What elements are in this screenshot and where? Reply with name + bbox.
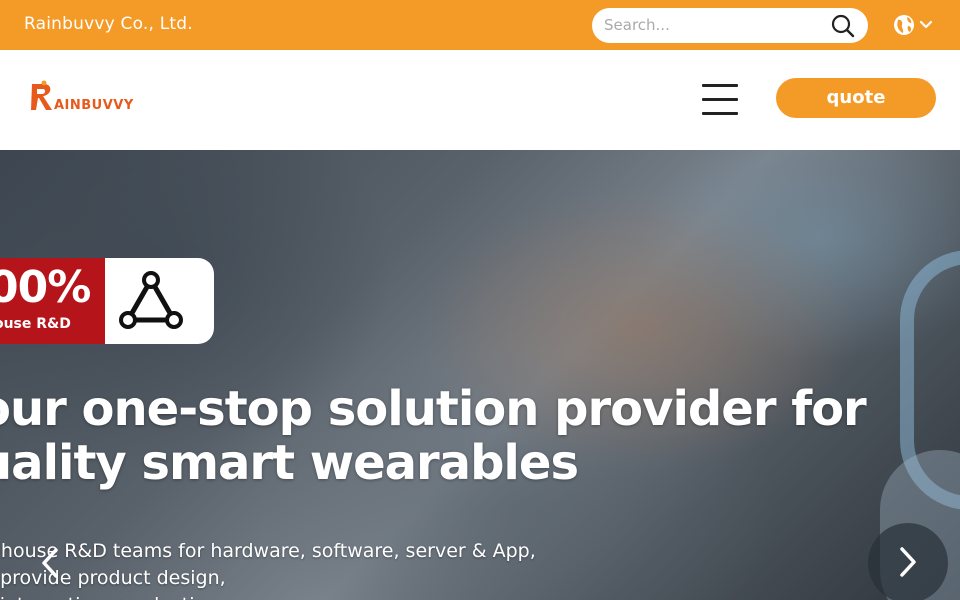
badge-red-panel: 00% house R&D bbox=[0, 258, 105, 344]
search-input[interactable] bbox=[604, 14, 819, 36]
carousel-prev-button[interactable] bbox=[28, 540, 74, 586]
carousel-next-button[interactable] bbox=[868, 523, 948, 600]
language-selector[interactable] bbox=[893, 13, 937, 37]
chevron-down-icon bbox=[919, 20, 933, 29]
headline-line: our one-stop solution provider for bbox=[0, 381, 867, 437]
svg-text:AINBUVVY: AINBUVVY bbox=[54, 98, 134, 113]
badge-label: house R&D bbox=[0, 316, 71, 332]
chevron-right-icon bbox=[900, 547, 916, 577]
hero-banner: 00% house R&D our one-stop solution prov… bbox=[0, 150, 960, 600]
headline-line: uality smart wearables bbox=[0, 435, 579, 491]
search-box[interactable] bbox=[592, 8, 868, 43]
top-bar: Rainbuvvy Co., Ltd. bbox=[0, 0, 960, 50]
triangle-network-icon bbox=[119, 271, 183, 329]
chevron-left-icon bbox=[42, 548, 58, 578]
globe-icon bbox=[894, 15, 914, 35]
hero-description: n-house R&D teams for hardware, software… bbox=[0, 538, 536, 600]
company-name: Rainbuvvy Co., Ltd. bbox=[24, 14, 193, 34]
description-line: e integration, production bbox=[0, 592, 536, 600]
logo[interactable]: AINBUVVY bbox=[30, 80, 162, 114]
search-icon[interactable] bbox=[830, 13, 856, 39]
description-line: n-house R&D teams for hardware, software… bbox=[0, 540, 536, 562]
hero-headline: our one-stop solution provider for ualit… bbox=[0, 381, 867, 491]
quote-button[interactable]: quote bbox=[776, 78, 936, 118]
hamburger-menu-icon[interactable] bbox=[700, 82, 740, 118]
rd-badge: 00% house R&D bbox=[0, 258, 214, 344]
badge-percent: 00% bbox=[0, 262, 91, 313]
description-line: n provide product design, bbox=[0, 567, 226, 589]
